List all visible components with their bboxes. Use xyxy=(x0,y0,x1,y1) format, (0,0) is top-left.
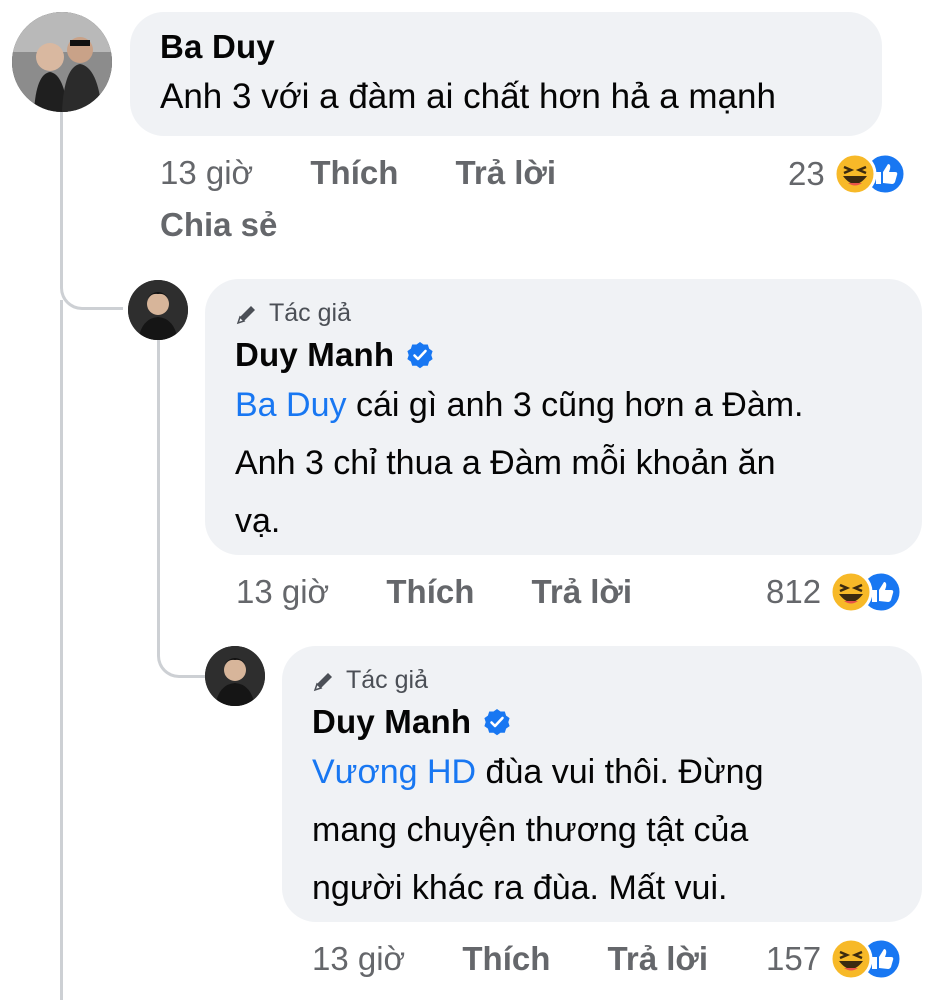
haha-icon xyxy=(829,937,873,981)
haha-icon xyxy=(829,570,873,614)
reply-author[interactable]: Duy Manh xyxy=(312,703,892,741)
reply-reactions[interactable]: 812 xyxy=(766,570,909,614)
thread-line-main xyxy=(60,112,123,310)
comment-author[interactable]: Ba Duy xyxy=(160,28,852,66)
verified-badge-icon xyxy=(407,342,433,369)
reply-time[interactable]: 13 giờ xyxy=(312,940,405,977)
pencil-icon xyxy=(236,305,255,324)
user-photo-icon xyxy=(128,280,188,340)
reply-button[interactable]: Trả lời xyxy=(532,573,633,610)
reply-reactions[interactable]: 157 xyxy=(766,937,909,981)
thread-line-reply xyxy=(157,340,210,678)
reply-author[interactable]: Duy Manh xyxy=(235,336,892,374)
mention-link[interactable]: Vương HD xyxy=(312,753,476,791)
reply-bubble: Tác giả Duy Manh Ba Duy cái gì anh 3 cũn… xyxy=(205,279,922,555)
reaction-count: 157 xyxy=(766,940,822,977)
comment-time[interactable]: 13 giờ xyxy=(160,154,253,191)
comment-actions: 13 giờ Thích Trả lời xyxy=(160,154,556,192)
reply-actions: 13 giờ Thích Trả lời xyxy=(312,940,708,978)
reply-actions: 13 giờ Thích Trả lời xyxy=(236,573,632,611)
like-button[interactable]: Thích xyxy=(462,940,550,977)
avatar[interactable] xyxy=(12,12,112,112)
user-photo-icon xyxy=(12,12,112,112)
haha-icon xyxy=(833,152,877,196)
comment-text: Anh 3 với a đàm ai chất hơn hả a mạnh xyxy=(160,77,776,116)
avatar[interactable] xyxy=(128,280,188,340)
author-badge: Tác giả xyxy=(235,299,892,328)
reaction-count: 23 xyxy=(788,155,825,192)
reply-text: Ba Duy cái gì anh 3 cũng hơn a Đàm. Anh … xyxy=(235,386,804,540)
reply-text: Vương HD đùa vui thôi. Đừng mang chuyện … xyxy=(312,753,764,907)
comment-bubble: Ba Duy Anh 3 với a đàm ai chất hơn hả a … xyxy=(130,12,882,136)
reply-time[interactable]: 13 giờ xyxy=(236,573,329,610)
reply-bubble: Tác giả Duy Manh Vương HD đùa vui thôi. … xyxy=(282,646,922,922)
comment-reactions[interactable]: 23 xyxy=(788,152,913,196)
reply-button[interactable]: Trả lời xyxy=(608,940,709,977)
like-button[interactable]: Thích xyxy=(386,573,474,610)
share-button[interactable]: Chia sẻ xyxy=(160,206,277,244)
author-badge: Tác giả xyxy=(312,666,892,695)
thread-line-main-continue xyxy=(60,300,63,1000)
user-photo-icon xyxy=(205,646,265,706)
mention-link[interactable]: Ba Duy xyxy=(235,386,347,424)
avatar[interactable] xyxy=(205,646,265,706)
pencil-icon xyxy=(313,672,332,691)
reply-button[interactable]: Trả lời xyxy=(456,154,557,191)
reaction-count: 812 xyxy=(766,573,822,610)
verified-badge-icon xyxy=(484,709,510,736)
like-button[interactable]: Thích xyxy=(310,154,398,191)
